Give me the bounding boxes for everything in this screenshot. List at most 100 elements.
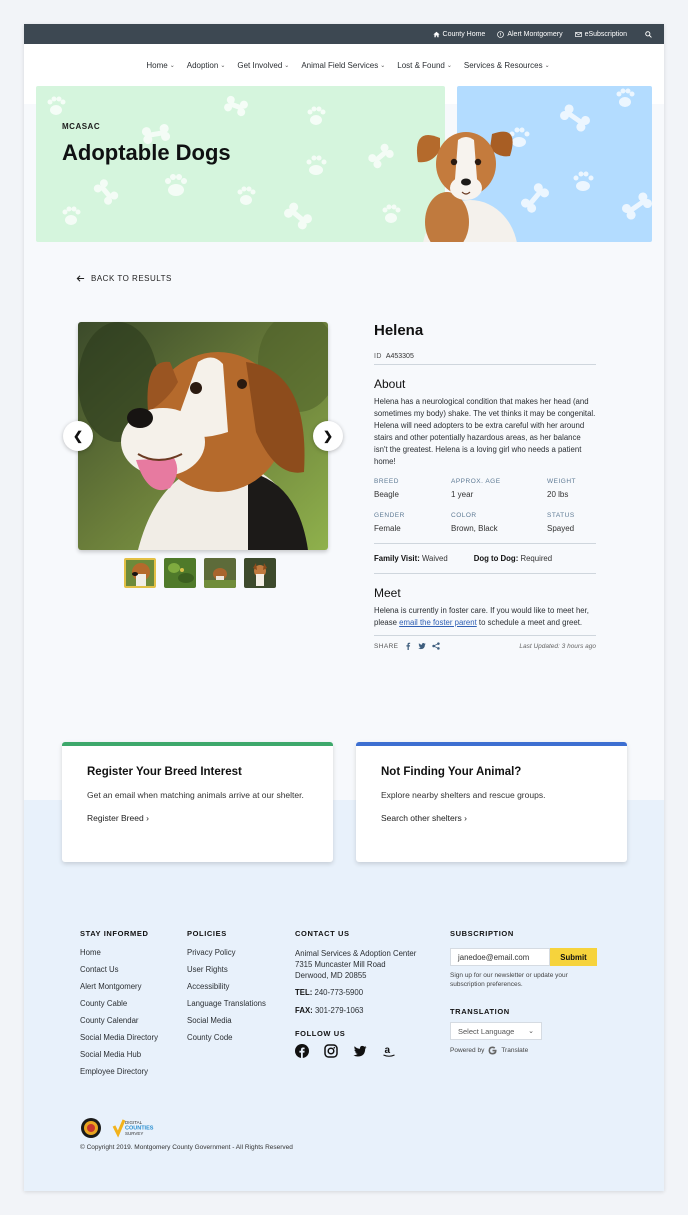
powered-by-google: Powered by Translate bbox=[450, 1046, 529, 1055]
svg-text:SURVEY: SURVEY bbox=[125, 1131, 143, 1136]
footer-link[interactable]: Language Translations bbox=[187, 999, 266, 1008]
chevron-down-icon: ⌄ bbox=[284, 62, 290, 69]
fact-weight: WEIGHT 20 lbs bbox=[547, 478, 576, 499]
submit-button[interactable]: Submit bbox=[550, 948, 597, 966]
thumbnail-strip bbox=[124, 558, 276, 588]
search-other-shelters-link[interactable]: Search other shelters › bbox=[381, 813, 627, 823]
language-select[interactable]: Select Language ⌄ bbox=[450, 1022, 542, 1040]
email-foster-link[interactable]: email the foster parent bbox=[399, 618, 477, 627]
chevron-down-icon: ⌄ bbox=[380, 62, 386, 69]
county-home-link[interactable]: County Home bbox=[432, 31, 485, 38]
nav-item-services-resources[interactable]: Services & Resources ⌄ bbox=[464, 61, 550, 70]
svg-text:DIGITAL: DIGITAL bbox=[125, 1120, 143, 1125]
thumbnail-1[interactable] bbox=[124, 558, 156, 588]
follow-us-heading: FOLLOW US bbox=[295, 1029, 346, 1038]
back-to-results-link[interactable]: BACK TO RESULTS bbox=[76, 274, 172, 283]
nav-item-get-involved[interactable]: Get Involved ⌄ bbox=[237, 61, 289, 70]
footer-link[interactable]: Accessibility bbox=[187, 982, 266, 991]
google-icon bbox=[488, 1046, 497, 1055]
amazon-icon[interactable]: a bbox=[382, 1044, 396, 1058]
thumbnail-2[interactable] bbox=[164, 558, 196, 588]
instagram-icon[interactable] bbox=[324, 1044, 338, 1058]
visit-requirements: Family Visit: Waived Dog to Dog: Require… bbox=[374, 543, 596, 574]
next-photo-button[interactable]: ❯ bbox=[313, 421, 343, 451]
footer-link[interactable]: County Calendar bbox=[80, 1016, 158, 1025]
card-accent-bar bbox=[62, 742, 333, 746]
footer-link[interactable]: User Rights bbox=[187, 965, 266, 974]
alert-montgomery-link[interactable]: Alert Montgomery bbox=[497, 30, 563, 38]
about-text: Helena has a neurological condition that… bbox=[374, 397, 596, 466]
award-badges: DIGITAL COUNTIES SURVEY bbox=[80, 1117, 160, 1139]
nav-item-adoption[interactable]: Adoption ⌄ bbox=[187, 61, 226, 70]
footer-link[interactable]: Social Media Directory bbox=[80, 1033, 158, 1042]
nav-item-animal-field-services[interactable]: Animal Field Services ⌄ bbox=[301, 61, 385, 70]
fact-breed: BREED Beagle bbox=[374, 478, 399, 499]
subscription-note: Sign up for our newsletter or update you… bbox=[450, 972, 568, 988]
arrow-left-icon bbox=[76, 275, 85, 282]
about-heading: About bbox=[374, 377, 406, 391]
chevron-left-icon: ❮ bbox=[72, 429, 84, 443]
footer-link[interactable]: Privacy Policy bbox=[187, 948, 266, 957]
search-icon bbox=[645, 30, 652, 38]
award-seal-logo bbox=[81, 1118, 101, 1138]
animal-id: ID A453305 bbox=[374, 353, 596, 365]
chevron-down-icon: ⌄ bbox=[528, 1028, 534, 1035]
footer-link[interactable]: Alert Montgomery bbox=[80, 982, 158, 991]
footer-link[interactable]: Social Media Hub bbox=[80, 1050, 158, 1059]
svg-text:a: a bbox=[385, 1045, 391, 1056]
home-icon bbox=[432, 31, 440, 37]
register-breed-link[interactable]: Register Breed › bbox=[87, 813, 333, 823]
thumbnail-4[interactable] bbox=[244, 558, 276, 588]
facebook-icon[interactable] bbox=[404, 642, 412, 650]
facts-grid: BREED Beagle APPROX. AGE 1 year WEIGHT 20 l… bbox=[374, 478, 596, 533]
contact-tel: TEL: 240-773-5900 bbox=[295, 988, 364, 997]
share-icon[interactable] bbox=[432, 642, 441, 650]
card-text: Explore nearby shelters and rescue group… bbox=[381, 790, 546, 800]
page-title: Adoptable Dogs bbox=[62, 140, 231, 165]
animal-details: Helena ID A453305 About Helena has a neur… bbox=[374, 322, 596, 650]
card-title: Not Finding Your Animal? bbox=[381, 766, 522, 778]
meet-heading: Meet bbox=[374, 586, 401, 600]
footer-policies: POLICIES Privacy Policy User Rights Acce… bbox=[187, 929, 266, 1042]
footer-link[interactable]: Employee Directory bbox=[80, 1067, 158, 1076]
chevron-down-icon: ⌄ bbox=[220, 62, 226, 69]
animal-name: Helena bbox=[374, 322, 424, 339]
chevron-right-icon: ❯ bbox=[322, 429, 334, 443]
translation-heading: TRANSLATION bbox=[450, 1007, 510, 1016]
search-button[interactable] bbox=[645, 30, 652, 38]
footer-link[interactable]: Home bbox=[80, 948, 158, 957]
nav-item-lost-found[interactable]: Lost & Found ⌄ bbox=[397, 61, 452, 70]
esubscription-link[interactable]: eSubscription bbox=[574, 31, 627, 38]
twitter-icon[interactable] bbox=[353, 1044, 367, 1058]
prev-photo-button[interactable]: ❮ bbox=[63, 421, 93, 451]
alert-icon bbox=[497, 30, 505, 38]
hero-dog-illustration bbox=[416, 131, 517, 242]
digital-counties-survey-logo: DIGITAL COUNTIES SURVEY bbox=[112, 1119, 154, 1138]
chevron-down-icon: ⌄ bbox=[446, 62, 452, 69]
not-finding-animal-card: Not Finding Your Animal? Explore nearby … bbox=[356, 742, 627, 862]
utility-bar: County Home Alert Montgomery eSubscripti… bbox=[24, 24, 664, 44]
twitter-icon[interactable] bbox=[418, 642, 427, 650]
chevron-right-icon: › bbox=[146, 813, 149, 823]
meet-text: Helena is currently in foster care. If y… bbox=[374, 606, 589, 627]
thumbnail-3[interactable] bbox=[204, 558, 236, 588]
family-visit: Family Visit: Waived bbox=[374, 554, 448, 563]
mail-icon bbox=[574, 31, 582, 37]
chevron-down-icon: ⌄ bbox=[169, 62, 175, 69]
footer-link[interactable]: Social Media bbox=[187, 1016, 266, 1025]
footer-stay-informed: STAY INFORMED Home Contact Us Alert Mont… bbox=[80, 929, 158, 1076]
share-label: SHARE bbox=[374, 642, 399, 650]
contact-address: Animal Services & Adoption Center 7315 M… bbox=[295, 949, 417, 980]
chevron-down-icon: ⌄ bbox=[544, 62, 550, 69]
footer-link[interactable]: County Code bbox=[187, 1033, 266, 1042]
footer-link[interactable]: Contact Us bbox=[80, 965, 158, 974]
nav-item-home[interactable]: Home ⌄ bbox=[146, 61, 174, 70]
email-field[interactable]: janedoe@email.com bbox=[450, 948, 550, 966]
hero-kicker: MCASAC bbox=[62, 122, 101, 131]
social-links: a bbox=[295, 1044, 416, 1058]
facebook-icon[interactable] bbox=[295, 1044, 309, 1058]
fact-status: STATUS Spayed bbox=[547, 512, 575, 533]
footer-link[interactable]: County Cable bbox=[80, 999, 158, 1008]
chevron-right-icon: › bbox=[464, 813, 468, 823]
contact-fax: FAX: 301-279-1063 bbox=[295, 1006, 364, 1015]
